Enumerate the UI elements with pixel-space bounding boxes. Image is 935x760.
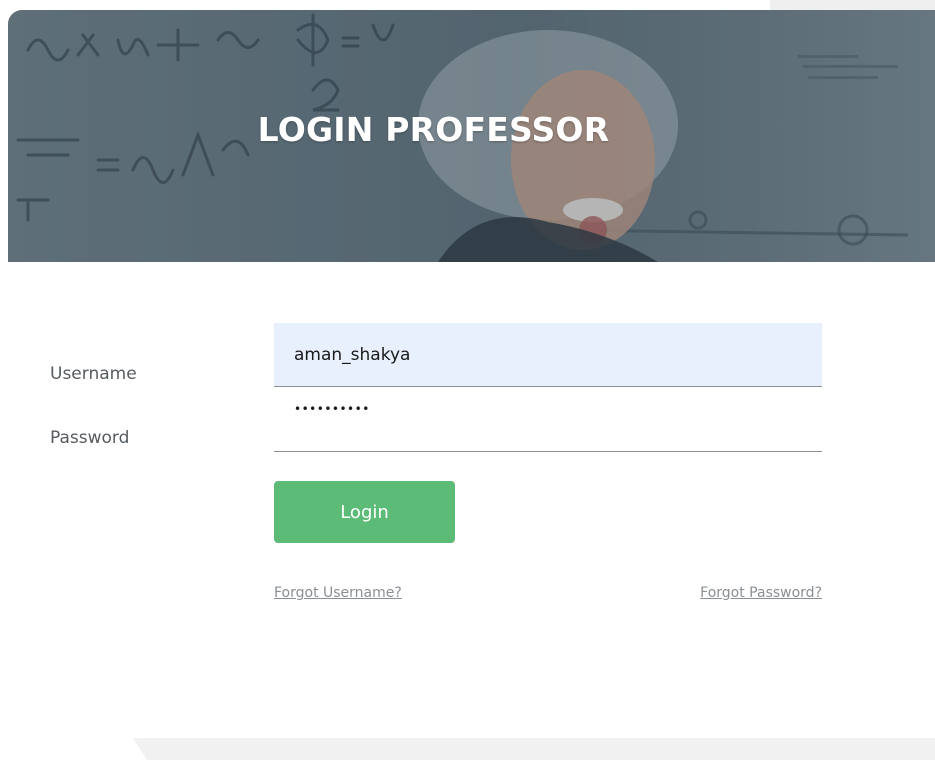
decorative-band-top bbox=[770, 0, 935, 10]
username-field[interactable] bbox=[274, 323, 822, 387]
forgot-password-link[interactable]: Forgot Password? bbox=[700, 585, 822, 601]
password-field[interactable] bbox=[274, 388, 822, 452]
forgot-username-link[interactable]: Forgot Username? bbox=[274, 585, 402, 601]
login-button[interactable]: Login bbox=[274, 481, 455, 543]
page-title: LOGIN PROFESSOR bbox=[257, 110, 610, 149]
header-banner: LOGIN PROFESSOR bbox=[8, 10, 935, 262]
username-label: Username bbox=[50, 364, 137, 384]
password-label: Password bbox=[50, 428, 130, 448]
decorative-band-bottom bbox=[133, 738, 935, 760]
login-page: LOGIN PROFESSOR Username Password Login … bbox=[0, 0, 935, 760]
